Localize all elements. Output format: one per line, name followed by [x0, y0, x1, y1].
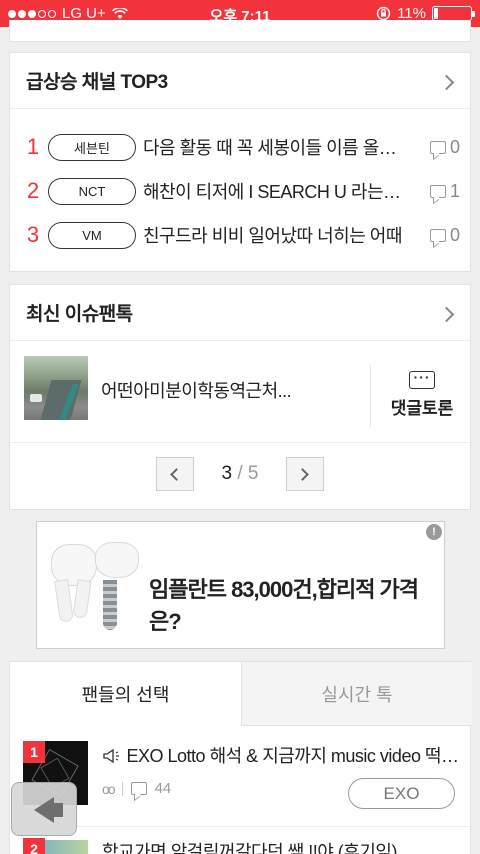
chat-bubble-icon [409, 368, 435, 389]
fan-choice-card: 팬들의 선택 실시간 톡 1 EXO Lotto 해석 & 지금까지 music… [9, 661, 472, 854]
next-page-button[interactable] [286, 457, 324, 491]
rank-badge: 1 [23, 741, 45, 763]
previous-card-bottom [9, 20, 471, 42]
fan-post-title[interactable]: 학교가면 앞걸림꺼갈다던 쌤 !!야 (후기임) [102, 838, 460, 854]
channel-tag[interactable]: NCT [48, 177, 136, 205]
megaphone-icon [103, 748, 119, 764]
group-tag-exo[interactable]: EXO [348, 778, 455, 809]
comment-icon [429, 228, 446, 242]
battery-fill [434, 8, 438, 19]
issue-header[interactable]: 최신 이슈팬톡 [10, 285, 470, 341]
trending-row[interactable]: 3 VM 친구드라 비비 일어났따 너히는 어때 0 [10, 220, 470, 250]
current-page: 3 [221, 463, 233, 484]
rotation-lock-icon [376, 6, 391, 21]
chevron-right-icon [296, 468, 309, 481]
tab-fan-choice[interactable]: 팬들의 선택 [10, 662, 241, 726]
fan-post-meta: oo 44 [102, 780, 171, 797]
back-button[interactable] [11, 782, 77, 836]
comment-count: 1 [429, 181, 460, 202]
trending-row[interactable]: 2 NCT 해찬이 티저에 I SEARCH U 라는 문구 1 [10, 176, 470, 206]
discussion-label: 댓글토론 [390, 399, 454, 418]
page-separator: / [237, 463, 243, 484]
trending-post-title[interactable]: 친구드라 비비 일어났따 너히는 어때 [143, 222, 405, 248]
trending-title: 급상승 채널 TOP3 [26, 72, 168, 93]
comment-count: 0 [429, 137, 460, 158]
comment-icon [429, 184, 446, 198]
advertisement-banner[interactable]: ! 임플란트 83,000건,합리적 가격은? [36, 521, 445, 649]
chevron-left-icon [170, 468, 183, 481]
trending-channels-card: 급상승 채널 TOP3 1 세븐틴 다음 활동 때 꼭 세봉이들 이름 올려주세… [9, 52, 471, 272]
trending-post-title[interactable]: 해찬이 티저에 I SEARCH U 라는 문구 [143, 178, 405, 204]
trending-post-title[interactable]: 다음 활동 때 꼭 세봉이들 이름 올려주세요 [143, 134, 405, 160]
divider [10, 826, 470, 827]
trending-header[interactable]: 급상승 채널 TOP3 [10, 53, 470, 109]
channel-tag[interactable]: VM [48, 221, 136, 249]
fan-post-title[interactable]: EXO Lotto 해석 & 지금까지 music video 떡밥 정리 [102, 742, 460, 768]
divider [370, 365, 371, 427]
comment-count: 0 [429, 225, 460, 246]
implant-crown-image [95, 542, 139, 578]
issue-item-title[interactable]: 어떤아미분이학동역근처... [101, 377, 361, 403]
rank-number: 2 [26, 178, 40, 203]
total-pages: 5 [247, 463, 259, 484]
comment-icon [130, 782, 147, 795]
rank-badge: 2 [23, 838, 45, 854]
trending-row[interactable]: 1 세븐틴 다음 활동 때 꼭 세봉이들 이름 올려주세요 0 [10, 132, 470, 162]
battery-icon [432, 6, 475, 21]
tab-realtime-talk[interactable]: 실시간 톡 [241, 662, 472, 726]
comment-count: 44 [154, 780, 172, 797]
issue-title: 최신 이슈팬톡 [26, 304, 133, 325]
rank-number: 3 [26, 222, 40, 247]
page-indicator: 3 / 5 [194, 463, 286, 485]
issue-thumbnail[interactable] [24, 356, 88, 420]
comment-icon [429, 140, 446, 154]
channel-tag[interactable]: 세븐틴 [48, 133, 136, 161]
latest-issue-card: 최신 이슈팬톡 어떤아미분이학동역근처... 댓글토론 3 / 5 [9, 284, 471, 510]
implant-screw-image [103, 580, 117, 630]
issue-item[interactable]: 어떤아미분이학동역근처... 댓글토론 [10, 341, 470, 443]
pagination: 3 / 5 [10, 457, 470, 491]
views-icon: oo [102, 780, 116, 797]
rank-number: 1 [26, 134, 40, 159]
prev-page-button[interactable] [156, 457, 194, 491]
comment-discussion-button[interactable]: 댓글토론 [372, 368, 472, 419]
ad-info-badge[interactable]: ! [426, 524, 442, 540]
ad-headline: 임플란트 83,000건,합리적 가격은? [149, 577, 419, 634]
back-arrow-icon [34, 797, 54, 823]
